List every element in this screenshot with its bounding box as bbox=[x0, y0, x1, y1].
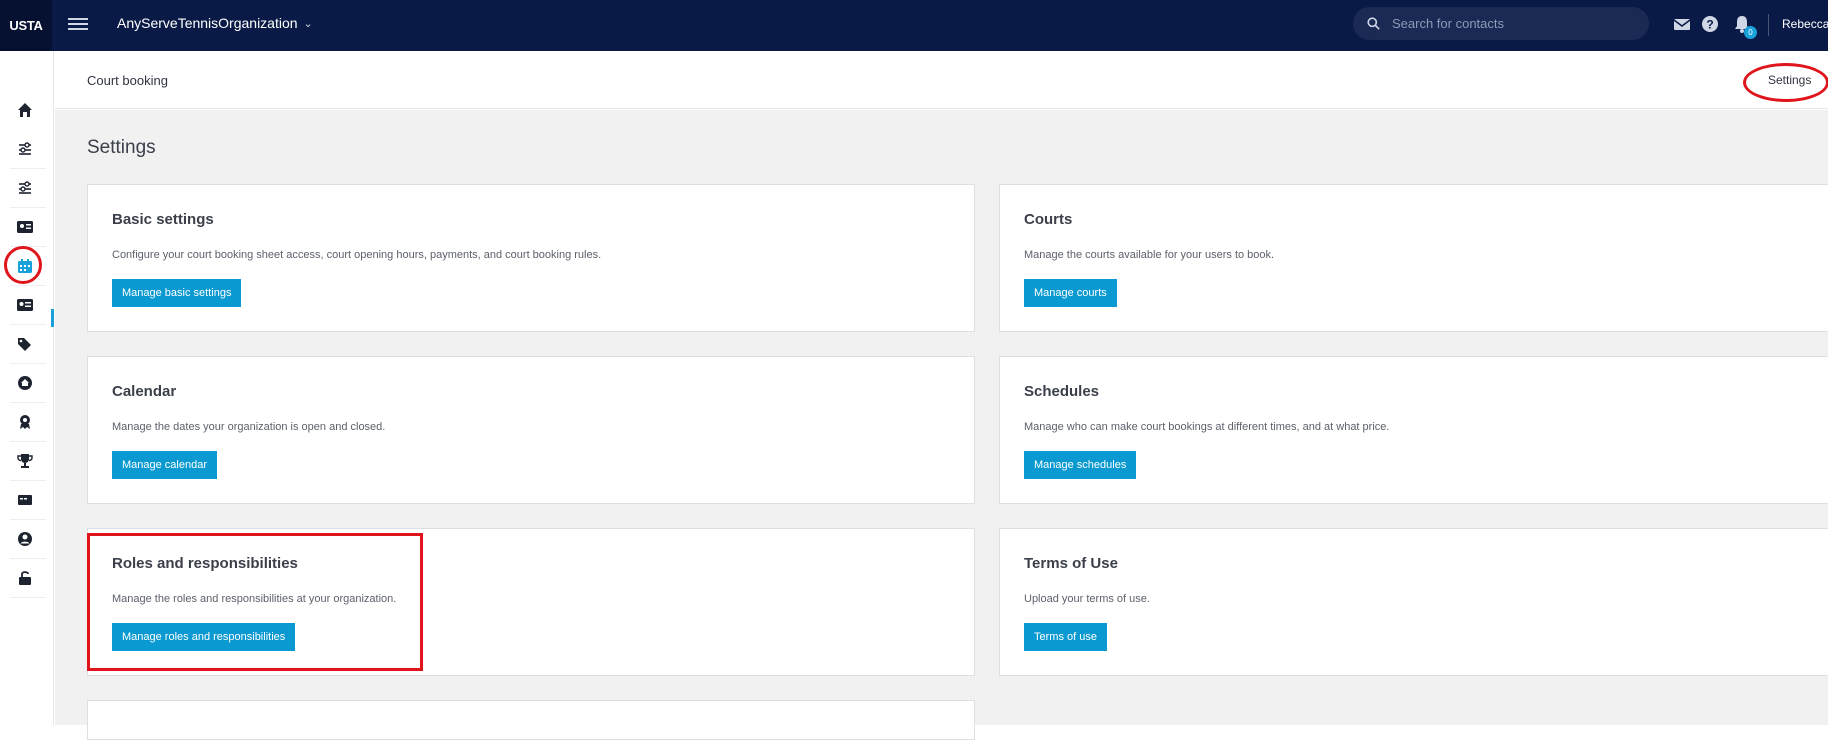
page-title: Settings bbox=[87, 137, 156, 158]
card-roles-responsibilities: Roles and responsibilities Manage the ro… bbox=[87, 528, 975, 676]
unlock-icon bbox=[19, 571, 31, 585]
search-input[interactable] bbox=[1392, 16, 1622, 31]
card-description: Configure your court booking sheet acces… bbox=[112, 249, 602, 261]
card-description: Manage who can make court bookings at di… bbox=[1024, 421, 1390, 433]
sidebar-item-contacts[interactable] bbox=[6, 286, 46, 325]
card-terms-of-use: Terms of Use Upload your terms of use. T… bbox=[999, 528, 1828, 676]
sliders-icon bbox=[19, 142, 31, 155]
active-indicator bbox=[51, 309, 54, 327]
card-title: Terms of Use bbox=[1024, 555, 1118, 572]
sub-header: Court booking Settings bbox=[55, 51, 1828, 109]
menu-icon[interactable] bbox=[68, 15, 88, 33]
card-description: Manage the courts available for your use… bbox=[1024, 249, 1275, 261]
sidebar-item-tags[interactable] bbox=[6, 325, 46, 364]
contact-card-icon bbox=[17, 299, 33, 311]
terms-of-use-button[interactable]: Terms of use bbox=[1024, 623, 1107, 651]
sidebar-item-court-booking[interactable] bbox=[6, 247, 46, 286]
manage-courts-button[interactable]: Manage courts bbox=[1024, 279, 1117, 307]
breadcrumb[interactable]: Court booking bbox=[87, 73, 168, 88]
notification-badge: 0 bbox=[1744, 26, 1757, 39]
card-title: Roles and responsibilities bbox=[112, 555, 298, 572]
card-description: Manage the dates your organization is op… bbox=[112, 421, 386, 433]
manage-calendar-button[interactable]: Manage calendar bbox=[112, 451, 218, 479]
chevron-down-icon: ⌄ bbox=[303, 17, 313, 30]
card-description: Manage the roles and responsibilities at… bbox=[112, 593, 397, 605]
sidebar-item-filters[interactable] bbox=[6, 169, 46, 208]
tags-icon bbox=[18, 338, 31, 351]
sidebar-item-account[interactable] bbox=[6, 520, 46, 559]
organization-selector[interactable]: AnyServeTennisOrganization ⌄ bbox=[117, 15, 313, 31]
card-basic-settings: Basic settings Configure your court book… bbox=[87, 184, 975, 332]
user-name[interactable]: Rebecca V bbox=[1782, 17, 1828, 31]
sidebar-item-programs[interactable] bbox=[6, 481, 46, 520]
main-content: Settings Basic settings Configure your c… bbox=[55, 110, 1828, 740]
sidebar-item-awards[interactable] bbox=[6, 403, 46, 442]
top-bar: USTA AnyServeTennisOrganization ⌄ ? 0 Re… bbox=[0, 0, 1828, 51]
manage-schedules-button[interactable]: Manage schedules bbox=[1024, 451, 1137, 479]
sidebar-item-members[interactable] bbox=[6, 208, 46, 247]
card-partial bbox=[87, 700, 975, 740]
card-calendar: Calendar Manage the dates your organizat… bbox=[87, 356, 975, 504]
sidebar bbox=[0, 51, 54, 725]
card-title: Courts bbox=[1024, 211, 1073, 228]
manage-basic-settings-button[interactable]: Manage basic settings bbox=[112, 279, 242, 307]
venue-icon bbox=[18, 376, 32, 390]
card-title: Basic settings bbox=[112, 211, 214, 228]
search-icon bbox=[1367, 17, 1380, 30]
sidebar-item-logout[interactable] bbox=[6, 559, 46, 598]
award-icon bbox=[20, 415, 30, 429]
card-description: Upload your terms of use. bbox=[1024, 593, 1150, 605]
ticket-icon bbox=[18, 495, 32, 505]
card-title: Calendar bbox=[112, 383, 177, 400]
sidebar-item-venue[interactable] bbox=[6, 364, 46, 403]
organization-name: AnyServeTennisOrganization bbox=[117, 15, 298, 31]
manage-roles-button[interactable]: Manage roles and responsibilities bbox=[112, 623, 296, 651]
trophy-icon bbox=[17, 454, 33, 468]
settings-link[interactable]: Settings bbox=[1768, 73, 1811, 87]
calendar-icon bbox=[18, 259, 32, 273]
search-box[interactable] bbox=[1353, 7, 1649, 40]
sliders-icon bbox=[19, 181, 31, 194]
user-circle-icon bbox=[18, 532, 32, 546]
card-schedules: Schedules Manage who can make court book… bbox=[999, 356, 1828, 504]
help-icon[interactable]: ? bbox=[1700, 14, 1720, 34]
svg-text:?: ? bbox=[1706, 18, 1713, 32]
sidebar-item-home[interactable] bbox=[6, 91, 44, 129]
sidebar-item-adjust[interactable] bbox=[6, 130, 46, 169]
usta-logo[interactable]: USTA bbox=[0, 0, 52, 51]
id-card-icon bbox=[17, 221, 33, 233]
card-title: Schedules bbox=[1024, 383, 1100, 400]
card-courts: Courts Manage the courts available for y… bbox=[999, 184, 1828, 332]
sidebar-item-tournaments[interactable] bbox=[6, 442, 46, 481]
divider bbox=[1768, 14, 1769, 36]
mail-icon[interactable] bbox=[1672, 14, 1692, 34]
home-icon bbox=[18, 103, 32, 117]
